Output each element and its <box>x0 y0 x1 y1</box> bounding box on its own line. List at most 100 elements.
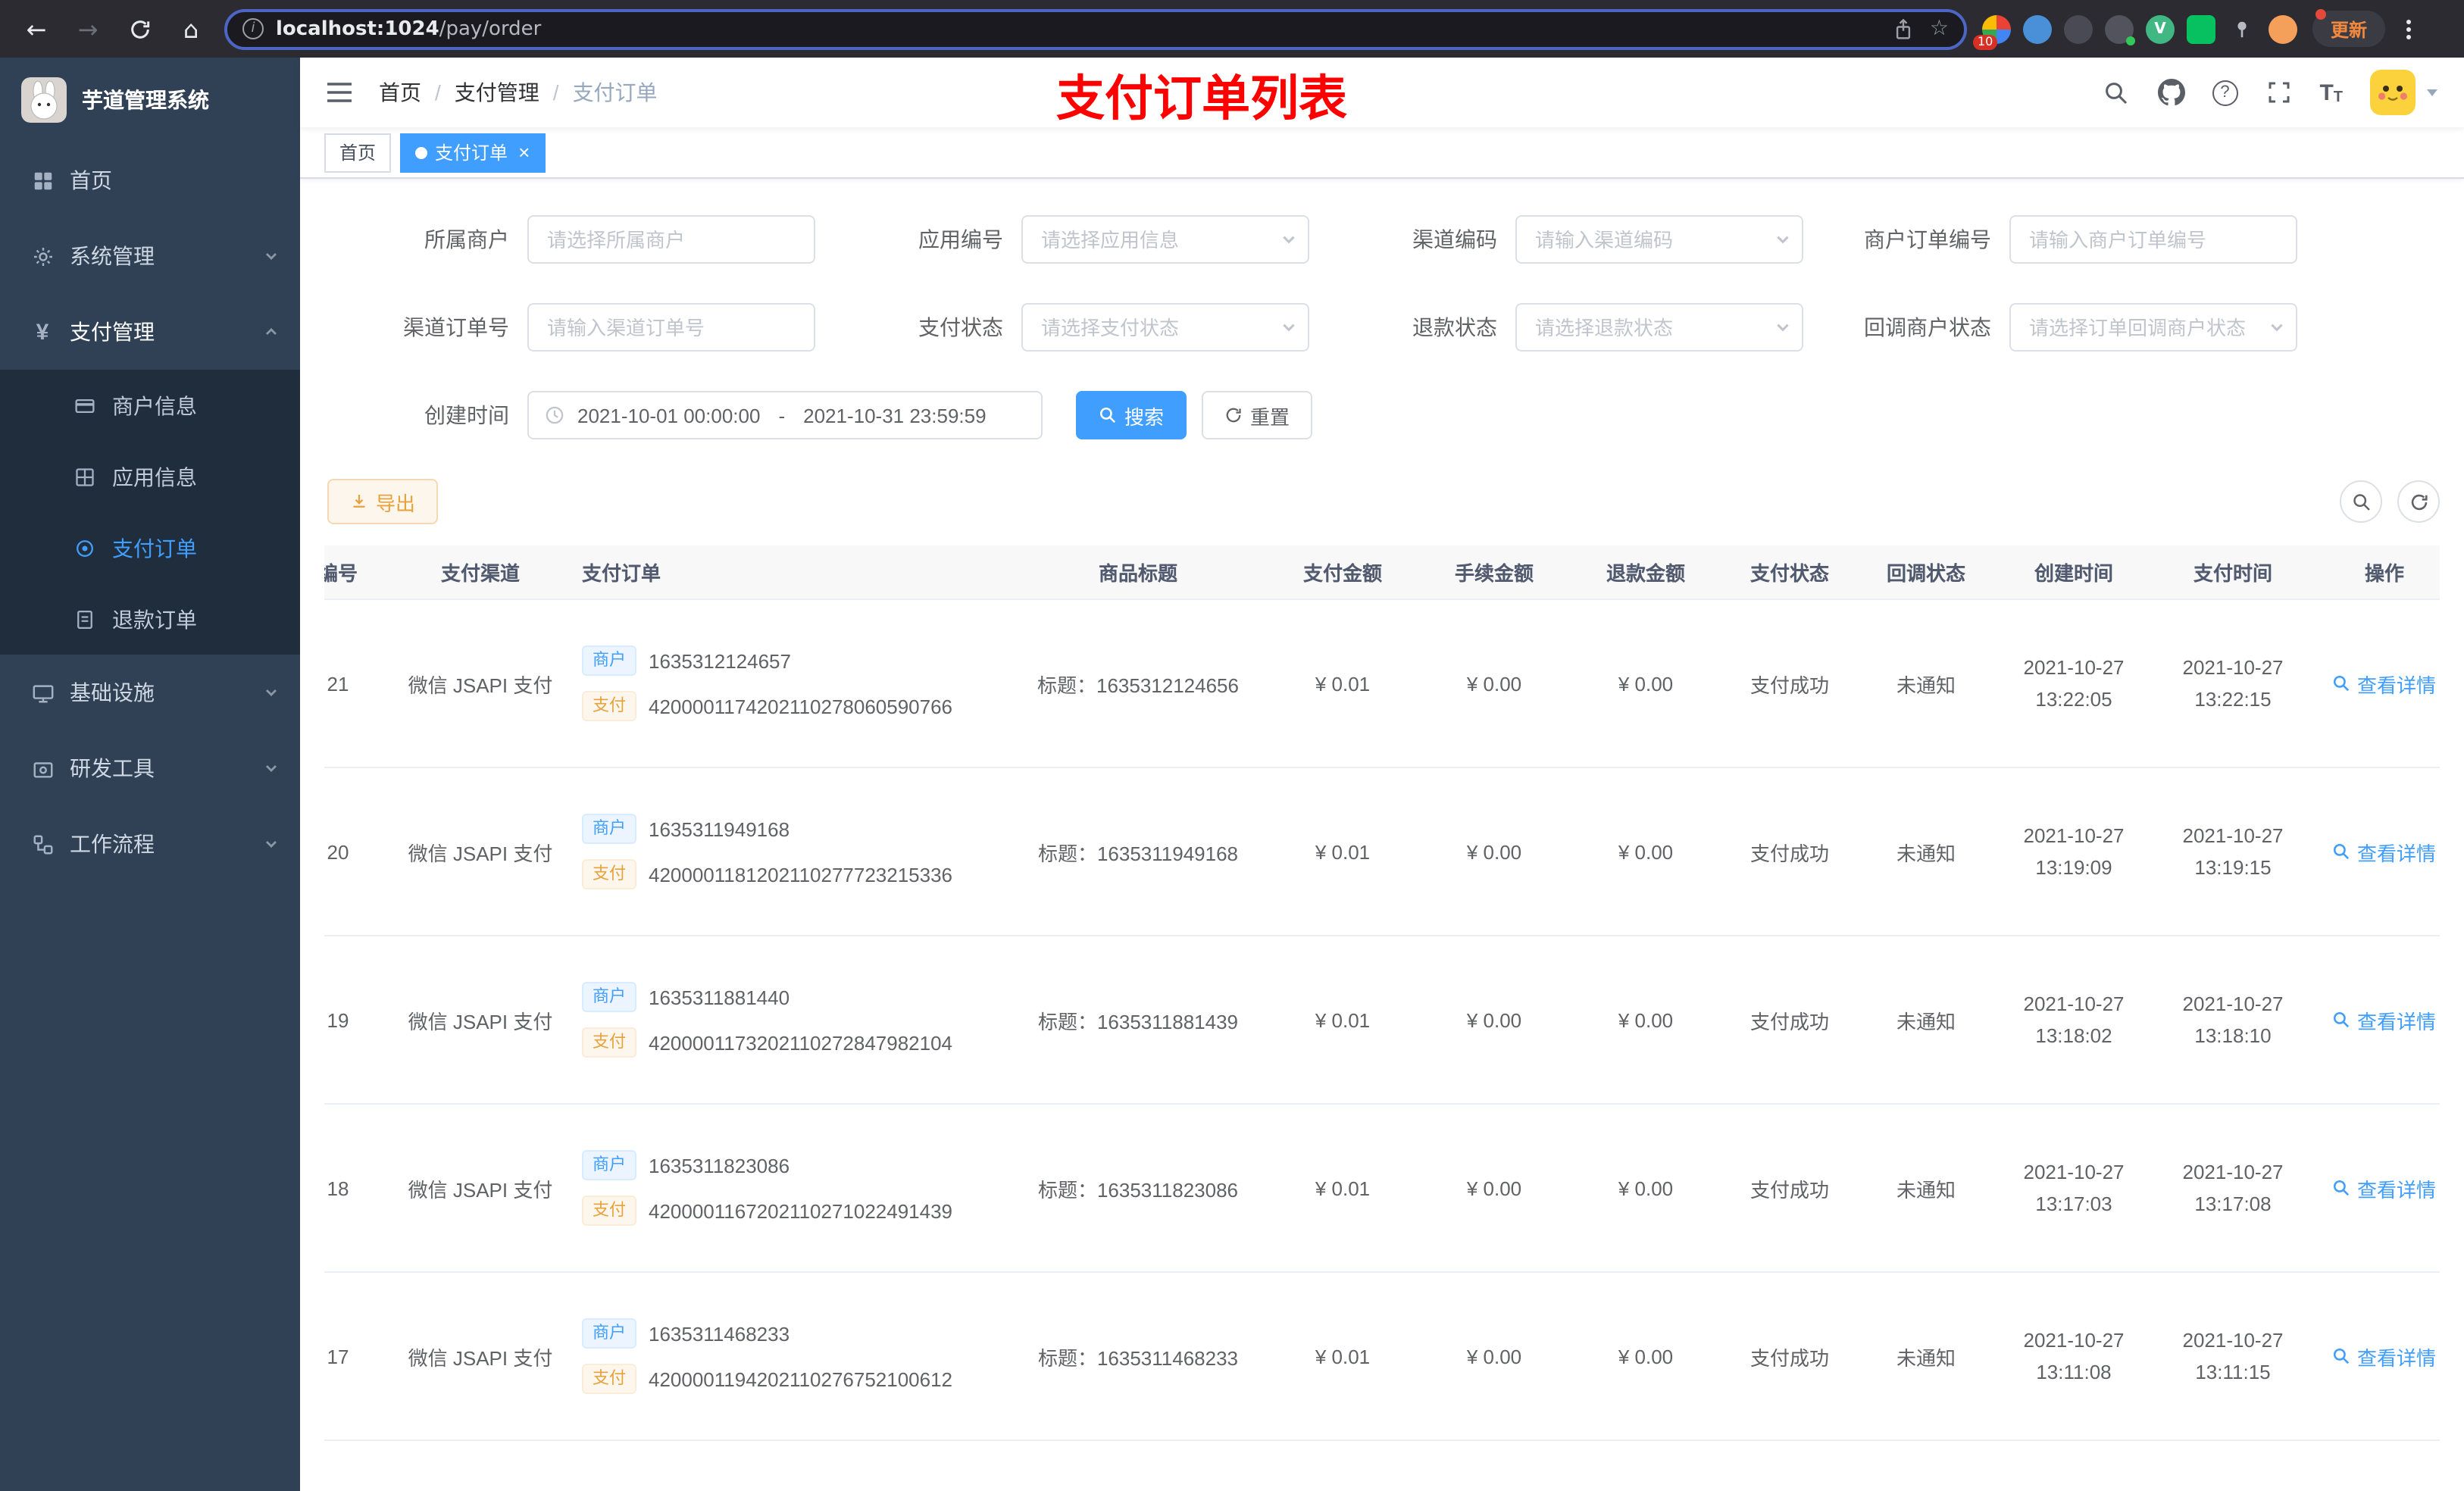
sidebar-item-workflow[interactable]: 工作流程 <box>0 806 300 882</box>
view-detail-link[interactable]: 查看详情 <box>2333 1342 2436 1371</box>
cell-fee: ¥ 0.00 <box>1466 1008 1522 1031</box>
sidebar-item-infrastructure[interactable]: 基础设施 <box>0 655 300 730</box>
browser-menu-icon[interactable] <box>2400 19 2417 39</box>
url-bar[interactable]: i localhost:1024/pay/order ☆ <box>224 8 1967 49</box>
browser-reload-icon[interactable] <box>121 11 158 47</box>
sidebar-item-payment[interactable]: ¥ 支付管理 <box>0 294 300 370</box>
font-size-icon[interactable]: TT <box>2319 80 2343 105</box>
breadcrumb-current: 支付订单 <box>572 80 658 105</box>
reset-button[interactable]: 重置 <box>1202 391 1313 439</box>
tab-close-icon[interactable]: × <box>518 142 530 162</box>
export-button[interactable]: 导出 <box>327 479 439 524</box>
col-header-id: 编号 <box>324 562 358 585</box>
cell-channel: 微信 JSAPI 支付 <box>408 674 553 696</box>
app-no-select[interactable] <box>1021 215 1309 264</box>
col-header-fee: 手续金额 <box>1454 562 1534 585</box>
user-menu[interactable] <box>2370 70 2440 115</box>
create-time-range-picker[interactable]: 2021-10-01 00:00:00 - 2021-10-31 23:59:5… <box>527 391 1043 439</box>
app-logo[interactable]: 芋道管理系统 <box>0 58 300 142</box>
sidebar-item-refund-order[interactable]: 退款订单 <box>0 583 300 655</box>
view-detail-link[interactable]: 查看详情 <box>2333 669 2436 698</box>
merchant-tag: 商户 <box>582 814 636 844</box>
date-range-end: 2021-10-31 23:59:59 <box>803 404 987 427</box>
tags-view-bar: 首页 支付订单 × <box>300 127 2464 179</box>
cell-refund: ¥ 0.00 <box>1618 672 1674 695</box>
merchant-order-no: 1635311881440 <box>649 986 790 1008</box>
bookmark-star-icon[interactable]: ☆ <box>1930 17 1949 41</box>
browser-home-icon[interactable]: ⌂ <box>173 11 209 47</box>
cell-id: 18 <box>327 1177 349 1199</box>
toggle-search-button[interactable] <box>2340 480 2382 523</box>
cell-amount: ¥ 0.01 <box>1315 1345 1371 1368</box>
browser-update-button[interactable]: 更新 <box>2312 9 2386 47</box>
shield-extension-icon[interactable] <box>2105 14 2135 45</box>
pay-status-select[interactable] <box>1021 303 1309 352</box>
sidebar-item-merchant-info[interactable]: 商户信息 <box>0 370 300 441</box>
browser-back-icon[interactable]: ← <box>18 11 55 47</box>
date-range-start: 2021-10-01 00:00:00 <box>577 404 761 427</box>
table-row: 20 微信 JSAPI 支付 商户 1635311949168 支付 4200001… <box>324 768 2440 936</box>
refund-status-select[interactable] <box>1515 303 1803 352</box>
top-navbar: 首页 / 支付管理 / 支付订单 ? T T <box>300 58 2464 127</box>
share-icon[interactable] <box>1893 17 1915 40</box>
colorful-extension-icon[interactable] <box>1973 14 2011 49</box>
cell-fee: ¥ 0.00 <box>1466 672 1522 695</box>
browser-forward-icon[interactable]: → <box>70 11 106 47</box>
merchant-tag: 商户 <box>582 982 636 1012</box>
breadcrumb-separator: / <box>435 80 441 105</box>
channel-pay-no: 4200001173202110272847982104 <box>649 1031 953 1054</box>
channel-order-no-input[interactable] <box>527 303 815 352</box>
view-detail-link[interactable]: 查看详情 <box>2333 1174 2436 1202</box>
cell-id: 19 <box>327 1008 349 1031</box>
breadcrumb-home[interactable]: 首页 <box>379 77 421 108</box>
cell-pay-status: 支付成功 <box>1750 674 1829 696</box>
tab-home[interactable]: 首页 <box>324 133 392 172</box>
export-button-label: 导出 <box>376 492 416 514</box>
merchant-select[interactable] <box>527 215 815 264</box>
cell-action <box>2312 1441 2440 1491</box>
filter-label-channel-code: 渠道编码 <box>1412 227 1497 252</box>
pay-tag: 支付 <box>582 1027 636 1058</box>
sidebar-fold-icon[interactable] <box>324 77 355 108</box>
fullscreen-icon[interactable] <box>2265 79 2292 106</box>
callback-status-select[interactable] <box>2009 303 2297 352</box>
sidebar-item-label: 系统管理 <box>70 244 155 268</box>
breadcrumb-payment[interactable]: 支付管理 <box>455 77 539 108</box>
dashboard-icon <box>30 168 55 192</box>
avatar <box>2370 70 2416 115</box>
github-icon[interactable] <box>2157 79 2185 106</box>
col-header-notify-status: 回调状态 <box>1886 562 1965 585</box>
vue-devtools-icon[interactable]: V <box>2146 14 2175 43</box>
drop-extension-icon[interactable] <box>2023 14 2052 43</box>
chevron-up-icon <box>264 324 279 339</box>
face-extension-icon[interactable] <box>2269 14 2297 43</box>
refresh-button[interactable] <box>2397 480 2440 523</box>
view-detail-link[interactable]: 查看详情 <box>2333 1005 2436 1034</box>
sidebar-item-home[interactable]: 首页 <box>0 142 300 218</box>
search-icon[interactable] <box>2103 79 2130 106</box>
cell-action: 查看详情 <box>2312 600 2440 767</box>
tab-pay-order[interactable]: 支付订单 × <box>400 133 546 172</box>
site-info-icon[interactable]: i <box>242 18 264 39</box>
merchant-order-no: 1635311949168 <box>649 817 790 840</box>
pin-extension-icon[interactable] <box>2228 14 2256 43</box>
sidebar-item-pay-order[interactable]: 支付订单 <box>0 512 300 583</box>
view-detail-link[interactable]: 查看详情 <box>2333 837 2436 866</box>
cell-amount: ¥ 0.01 <box>1315 1177 1371 1199</box>
merchant-order-no-input[interactable] <box>2009 215 2297 264</box>
channel-pay-no: 4200001181202110277723215336 <box>649 863 953 886</box>
sidebar-item-system[interactable]: 系统管理 <box>0 218 300 294</box>
search-button[interactable]: 搜索 <box>1076 391 1187 439</box>
dark-extension-icon[interactable] <box>2064 14 2093 43</box>
sidebar-item-dev-tools[interactable]: 研发工具 <box>0 730 300 806</box>
chat-extension-icon[interactable] <box>2187 14 2215 43</box>
col-header-create-time: 创建时间 <box>2034 562 2113 585</box>
help-icon[interactable]: ? <box>2212 80 2238 105</box>
channel-code-select[interactable] <box>1515 215 1803 264</box>
cell-action: 查看详情 <box>2312 1273 2440 1439</box>
cell-pay-time: 2021-10-27 13:22:15 <box>2182 655 2284 711</box>
cell-pay-status: 支付成功 <box>1750 1346 1829 1369</box>
sidebar-item-label: 研发工具 <box>70 756 155 780</box>
table-row: 21 微信 JSAPI 支付 商户 1635312124657 支付 4200001… <box>324 600 2440 768</box>
sidebar-item-app-info[interactable]: 应用信息 <box>0 441 300 512</box>
